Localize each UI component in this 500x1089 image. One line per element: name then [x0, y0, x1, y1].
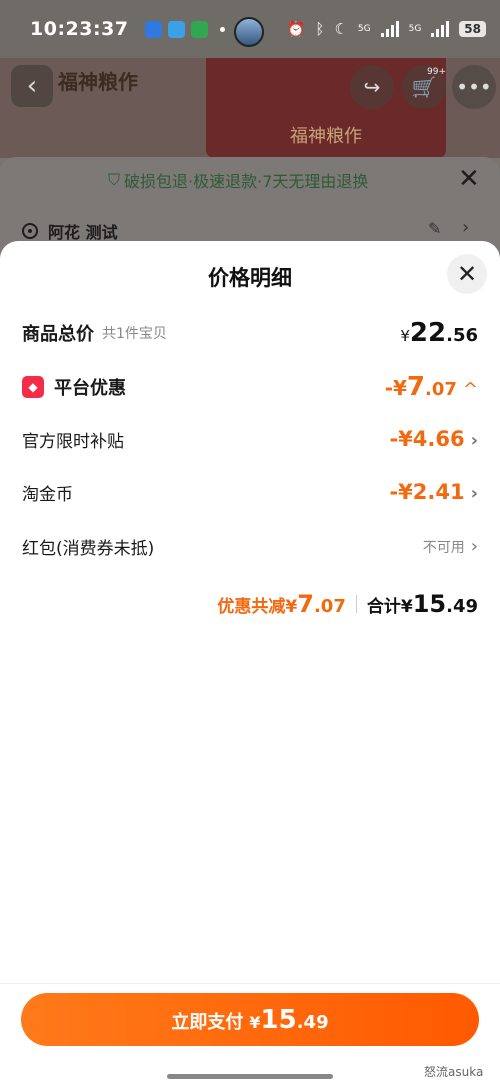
- status-bar: 10:23:37 ⏰ ᛒ ☾ 5G 5G 58: [0, 0, 500, 58]
- cart-badge: 99+: [427, 67, 446, 77]
- battery-icon: 58: [459, 21, 486, 37]
- total-discount-label: 优惠共减¥: [217, 597, 298, 617]
- watermark: 怒流asuka: [424, 1065, 484, 1079]
- chevron-right-icon: ›: [470, 430, 478, 451]
- subtotal-row: 商品总价 共1件宝贝 ¥ 22 .56: [22, 316, 478, 350]
- bluetooth-icon: ᛒ: [315, 20, 325, 38]
- cart-icon: 🛒: [411, 75, 437, 99]
- more-notifications-dot: [219, 26, 225, 32]
- close-button[interactable]: ✕: [447, 254, 487, 294]
- order-sheet-close-button[interactable]: ✕: [458, 164, 480, 194]
- guarantee-text: 破损包退·极速退款·7天无理由退换: [124, 172, 369, 191]
- chevron-right-icon[interactable]: ›: [462, 217, 469, 238]
- platform-discount-label: 平台优惠: [54, 378, 126, 399]
- total-discount-integer: 7: [297, 590, 314, 618]
- pay-amount-integer: 15: [260, 1005, 297, 1035]
- subtotal-label: 商品总价: [22, 324, 94, 345]
- subtotal-amount: ¥ 22 .56: [400, 318, 478, 348]
- app-notification-icon: [144, 20, 162, 38]
- telegram-icon: [167, 20, 185, 38]
- discount-item-label: 淘金币: [22, 484, 73, 505]
- total-integer: 15: [412, 590, 447, 618]
- discount-item-label: 官方限时补贴: [22, 431, 124, 452]
- chevron-up-icon[interactable]: ^: [463, 379, 478, 400]
- price-summary: 优惠共减¥ 7 .07 合计¥ 15 .49: [0, 590, 478, 618]
- service-guarantee: ⛉ 破损包退·极速退款·7天无理由退换: [108, 168, 368, 192]
- price-detail-sheet: [0, 241, 500, 1089]
- location-pin-icon: [22, 223, 38, 239]
- amount-decimal: .07: [425, 379, 457, 400]
- network-label: 5G: [357, 24, 371, 34]
- discount-item-value: -¥2.41: [389, 480, 465, 504]
- pay-currency-symbol: ¥: [249, 1013, 261, 1032]
- status-indicators: ⏰ ᛒ ☾ 5G 5G 58: [287, 20, 486, 38]
- share-button[interactable]: ↪: [350, 65, 394, 109]
- amount-integer: 7: [406, 372, 426, 402]
- red-packet-status: 不可用 ›: [423, 536, 478, 557]
- discount-item-row[interactable]: 淘金币 -¥2.41 ›: [22, 477, 478, 507]
- banner-text: 福神粮作: [290, 126, 362, 147]
- pay-now-button[interactable]: 立即支付 ¥ 15 .49: [21, 993, 479, 1046]
- camera-island: [234, 17, 264, 47]
- do-not-disturb-icon: ☾: [334, 20, 348, 38]
- amount-integer: 22: [409, 318, 447, 348]
- alarm-icon: ⏰: [286, 20, 306, 38]
- chevron-right-icon: ›: [470, 535, 478, 557]
- discount-item-amount: -¥4.66 ›: [389, 427, 478, 451]
- chevron-right-icon: ›: [470, 483, 478, 504]
- address-name: 阿花 测试: [48, 223, 118, 242]
- total-label: 合计¥: [366, 597, 413, 617]
- amount-decimal: .56: [446, 325, 478, 346]
- edit-icon[interactable]: ✎: [428, 219, 441, 238]
- share-icon: ↪: [363, 75, 381, 99]
- platform-discount-row[interactable]: ◆ 平台优惠 -¥ 7 .07 ^: [22, 370, 478, 404]
- app-notification-icon: [190, 20, 208, 38]
- cart-button[interactable]: 🛒 99+: [402, 65, 446, 109]
- total-decimal: .49: [446, 596, 478, 617]
- discount-item-amount: -¥2.41 ›: [389, 480, 478, 504]
- footer-divider: [0, 983, 500, 984]
- signal-icon: [380, 21, 399, 37]
- coupon-icon: ◆: [22, 376, 44, 398]
- unavailable-text: 不可用: [422, 539, 465, 556]
- signal-icon: [431, 21, 450, 37]
- more-button[interactable]: •••: [452, 65, 496, 109]
- currency-symbol: ¥: [400, 327, 410, 345]
- close-icon: ✕: [456, 260, 478, 288]
- red-packet-row[interactable]: 红包(消费券未抵) 不可用 ›: [22, 531, 478, 561]
- more-icon: •••: [456, 75, 492, 99]
- pay-amount-decimal: .49: [296, 1012, 329, 1033]
- discount-item-value: -¥4.66: [389, 427, 465, 451]
- red-packet-label: 红包(消费券未抵): [22, 538, 155, 559]
- sheet-title: 价格明细: [208, 266, 292, 290]
- status-time: 10:23:37: [30, 18, 129, 40]
- discount-item-row[interactable]: 官方限时补贴 -¥4.66 ›: [22, 424, 478, 454]
- shop-name: 福神粮作: [58, 70, 138, 94]
- divider: [355, 595, 357, 613]
- back-button[interactable]: ‹: [11, 65, 53, 107]
- home-indicator[interactable]: [167, 1074, 333, 1079]
- platform-discount-amount: -¥ 7 .07 ^: [385, 372, 478, 402]
- shield-check-icon: ⛉: [108, 170, 121, 189]
- amount-prefix: -¥: [384, 376, 407, 400]
- pay-now-label: 立即支付: [171, 1012, 244, 1033]
- network-label: 5G: [408, 24, 422, 34]
- item-count: 共1件宝贝: [102, 326, 167, 342]
- address-row[interactable]: 阿花 测试: [22, 219, 118, 243]
- status-app-icons: [144, 20, 225, 38]
- total-discount-decimal: .07: [313, 596, 346, 617]
